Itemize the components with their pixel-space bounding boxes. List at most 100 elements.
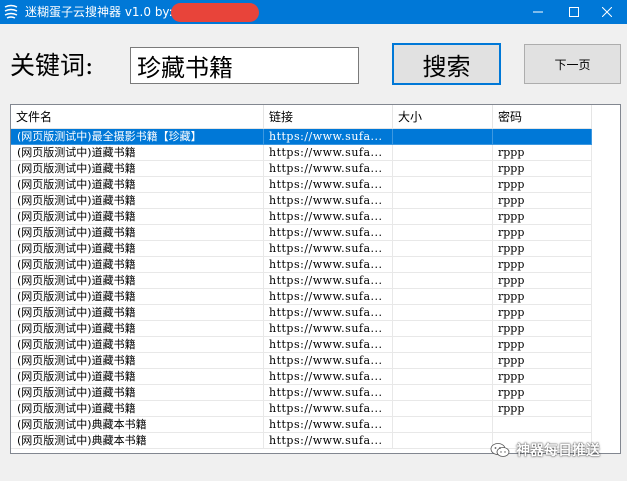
cell-password: rppp: [493, 177, 592, 193]
cell-link: https://www.sufa...: [264, 369, 393, 385]
cell-password: [493, 417, 592, 433]
cell-size: [393, 417, 493, 433]
table-row[interactable]: (网页版测试中)道藏书籍 https://www.sufa... rppp: [11, 353, 592, 369]
cell-link: https://www.sufa...: [264, 417, 393, 433]
cell-size: [393, 289, 493, 305]
cell-filename: (网页版测试中)道藏书籍: [11, 401, 264, 417]
table-row[interactable]: (网页版测试中)最全摄影书籍【珍藏】 https://www.sufa...: [11, 129, 592, 145]
watermark-text: 神器每日推送: [516, 443, 600, 459]
cell-size: [393, 337, 493, 353]
cell-size: [393, 369, 493, 385]
cell-link: https://www.sufa...: [264, 305, 393, 321]
table-row[interactable]: (网页版测试中)道藏书籍 https://www.sufa... rppp: [11, 289, 592, 305]
minimize-icon: [532, 11, 543, 13]
cell-link: https://www.sufa...: [264, 209, 393, 225]
table-row[interactable]: (网页版测试中)道藏书籍 https://www.sufa... rppp: [11, 225, 592, 241]
cell-filename: (网页版测试中)道藏书籍: [11, 193, 264, 209]
cell-link: https://www.sufa...: [264, 433, 393, 449]
cell-password: rppp: [493, 193, 592, 209]
close-icon: [602, 7, 612, 17]
cell-password: rppp: [493, 305, 592, 321]
cell-filename: (网页版测试中)道藏书籍: [11, 161, 264, 177]
column-header-link[interactable]: 链接: [264, 105, 393, 129]
next-page-button[interactable]: 下一页: [524, 44, 621, 84]
cell-password: rppp: [493, 225, 592, 241]
list-rows: (网页版测试中)最全摄影书籍【珍藏】 https://www.sufa... (网页…: [11, 129, 620, 449]
table-row[interactable]: (网页版测试中)道藏书籍 https://www.sufa... rppp: [11, 321, 592, 337]
table-row[interactable]: (网页版测试中)道藏书籍 https://www.sufa... rppp: [11, 209, 592, 225]
cell-link: https://www.sufa...: [264, 129, 393, 145]
table-row[interactable]: (网页版测试中)道藏书籍 https://www.sufa... rppp: [11, 161, 592, 177]
table-row[interactable]: (网页版测试中)道藏书籍 https://www.sufa... rppp: [11, 401, 592, 417]
cell-link: https://www.sufa...: [264, 193, 393, 209]
search-button[interactable]: 搜索: [392, 43, 501, 85]
cell-filename: (网页版测试中)典藏本书籍: [11, 417, 264, 433]
cell-filename: (网页版测试中)道藏书籍: [11, 241, 264, 257]
cell-size: [393, 353, 493, 369]
watermark: 神器每日推送: [490, 440, 600, 460]
cell-size: [393, 129, 493, 145]
maximize-icon: [568, 7, 579, 17]
table-row[interactable]: (网页版测试中)道藏书籍 https://www.sufa... rppp: [11, 273, 592, 289]
cell-password: rppp: [493, 353, 592, 369]
cell-password: rppp: [493, 145, 592, 161]
cell-link: https://www.sufa...: [264, 257, 393, 273]
cell-filename: (网页版测试中)道藏书籍: [11, 321, 264, 337]
table-row[interactable]: (网页版测试中)道藏书籍 https://www.sufa... rppp: [11, 257, 592, 273]
cell-link: https://www.sufa...: [264, 177, 393, 193]
cell-size: [393, 161, 493, 177]
cell-password: rppp: [493, 273, 592, 289]
column-header-size[interactable]: 大小: [393, 105, 493, 129]
results-list[interactable]: 文件名 链接 大小 密码 (网页版测试中)最全摄影书籍【珍藏】 https://w…: [10, 104, 621, 454]
cell-link: https://www.sufa...: [264, 241, 393, 257]
cell-size: [393, 257, 493, 273]
wechat-icon: [490, 443, 510, 457]
cell-filename: (网页版测试中)道藏书籍: [11, 337, 264, 353]
cell-size: [393, 385, 493, 401]
column-header-filename[interactable]: 文件名: [11, 105, 264, 129]
table-row[interactable]: (网页版测试中)道藏书籍 https://www.sufa... rppp: [11, 145, 592, 161]
cell-size: [393, 225, 493, 241]
cell-link: https://www.sufa...: [264, 161, 393, 177]
cell-link: https://www.sufa...: [264, 353, 393, 369]
cell-size: [393, 209, 493, 225]
cell-link: https://www.sufa...: [264, 401, 393, 417]
table-row[interactable]: (网页版测试中)典藏本书籍 https://www.sufa...: [11, 417, 592, 433]
cell-filename: (网页版测试中)道藏书籍: [11, 257, 264, 273]
cell-filename: (网页版测试中)道藏书籍: [11, 305, 264, 321]
table-row[interactable]: (网页版测试中)道藏书籍 https://www.sufa... rppp: [11, 369, 592, 385]
app-logo-icon: [4, 4, 18, 19]
cell-link: https://www.sufa...: [264, 321, 393, 337]
window-title: 迷糊蛋子云搜神器 v1.0 by:: [25, 5, 173, 19]
cell-password: rppp: [493, 321, 592, 337]
cell-link: https://www.sufa...: [264, 273, 393, 289]
cell-password: rppp: [493, 209, 592, 225]
table-row[interactable]: (网页版测试中)道藏书籍 https://www.sufa... rppp: [11, 385, 592, 401]
redacted-author: [171, 3, 259, 22]
table-row[interactable]: (网页版测试中)道藏书籍 https://www.sufa... rppp: [11, 241, 592, 257]
title-bar[interactable]: 迷糊蛋子云搜神器 v1.0 by:: [0, 0, 627, 24]
cell-password: rppp: [493, 257, 592, 273]
cell-filename: (网页版测试中)道藏书籍: [11, 209, 264, 225]
cell-password: rppp: [493, 241, 592, 257]
cell-filename: (网页版测试中)道藏书籍: [11, 273, 264, 289]
table-row[interactable]: (网页版测试中)道藏书籍 https://www.sufa... rppp: [11, 305, 592, 321]
cell-password: rppp: [493, 161, 592, 177]
cell-filename: (网页版测试中)典藏本书籍: [11, 433, 264, 449]
table-row[interactable]: (网页版测试中)道藏书籍 https://www.sufa... rppp: [11, 337, 592, 353]
cell-password: [493, 129, 592, 145]
cell-size: [393, 177, 493, 193]
cell-size: [393, 273, 493, 289]
column-header-password[interactable]: 密码: [493, 105, 592, 129]
keyword-label: 关键词:: [10, 51, 94, 80]
cell-size: [393, 305, 493, 321]
close-button[interactable]: [587, 0, 627, 24]
cell-size: [393, 145, 493, 161]
keyword-input[interactable]: [130, 47, 359, 84]
cell-size: [393, 433, 493, 449]
cell-filename: (网页版测试中)道藏书籍: [11, 385, 264, 401]
table-row[interactable]: (网页版测试中)道藏书籍 https://www.sufa... rppp: [11, 177, 592, 193]
table-row[interactable]: (网页版测试中)道藏书籍 https://www.sufa... rppp: [11, 193, 592, 209]
cell-filename: (网页版测试中)道藏书籍: [11, 353, 264, 369]
cell-link: https://www.sufa...: [264, 145, 393, 161]
